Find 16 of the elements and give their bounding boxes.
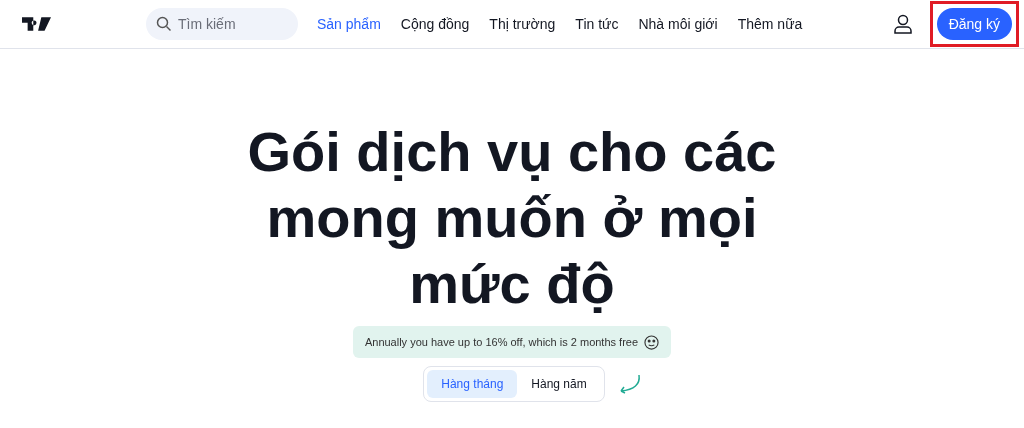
nav-link[interactable]: Thêm nữa xyxy=(727,13,813,35)
signup-button[interactable]: Đăng ký xyxy=(936,8,1012,40)
search-icon xyxy=(156,16,172,32)
billing-tab[interactable]: Hàng năm xyxy=(517,370,601,398)
smiley-icon xyxy=(644,334,660,350)
nav-link[interactable]: Tin tức xyxy=(565,13,629,35)
nav-link[interactable]: Sản phẩm xyxy=(307,13,391,35)
billing-tab[interactable]: Hàng tháng xyxy=(427,370,518,398)
user-icon[interactable] xyxy=(893,14,912,34)
search-field[interactable]: Tìm kiếm xyxy=(146,8,298,40)
nav-link[interactable]: Cộng đồng xyxy=(390,13,480,35)
logo-icon[interactable] xyxy=(22,17,51,31)
nav-link[interactable]: Nhà môi giới xyxy=(628,13,728,35)
nav-link[interactable]: Thị trường xyxy=(479,13,566,35)
page-title: Gói dịch vụ cho các mong muốn ở mọi mức độ xyxy=(247,119,777,317)
banner-text: Annually you have up to 16% off, which is 2 months free xyxy=(364,334,639,350)
